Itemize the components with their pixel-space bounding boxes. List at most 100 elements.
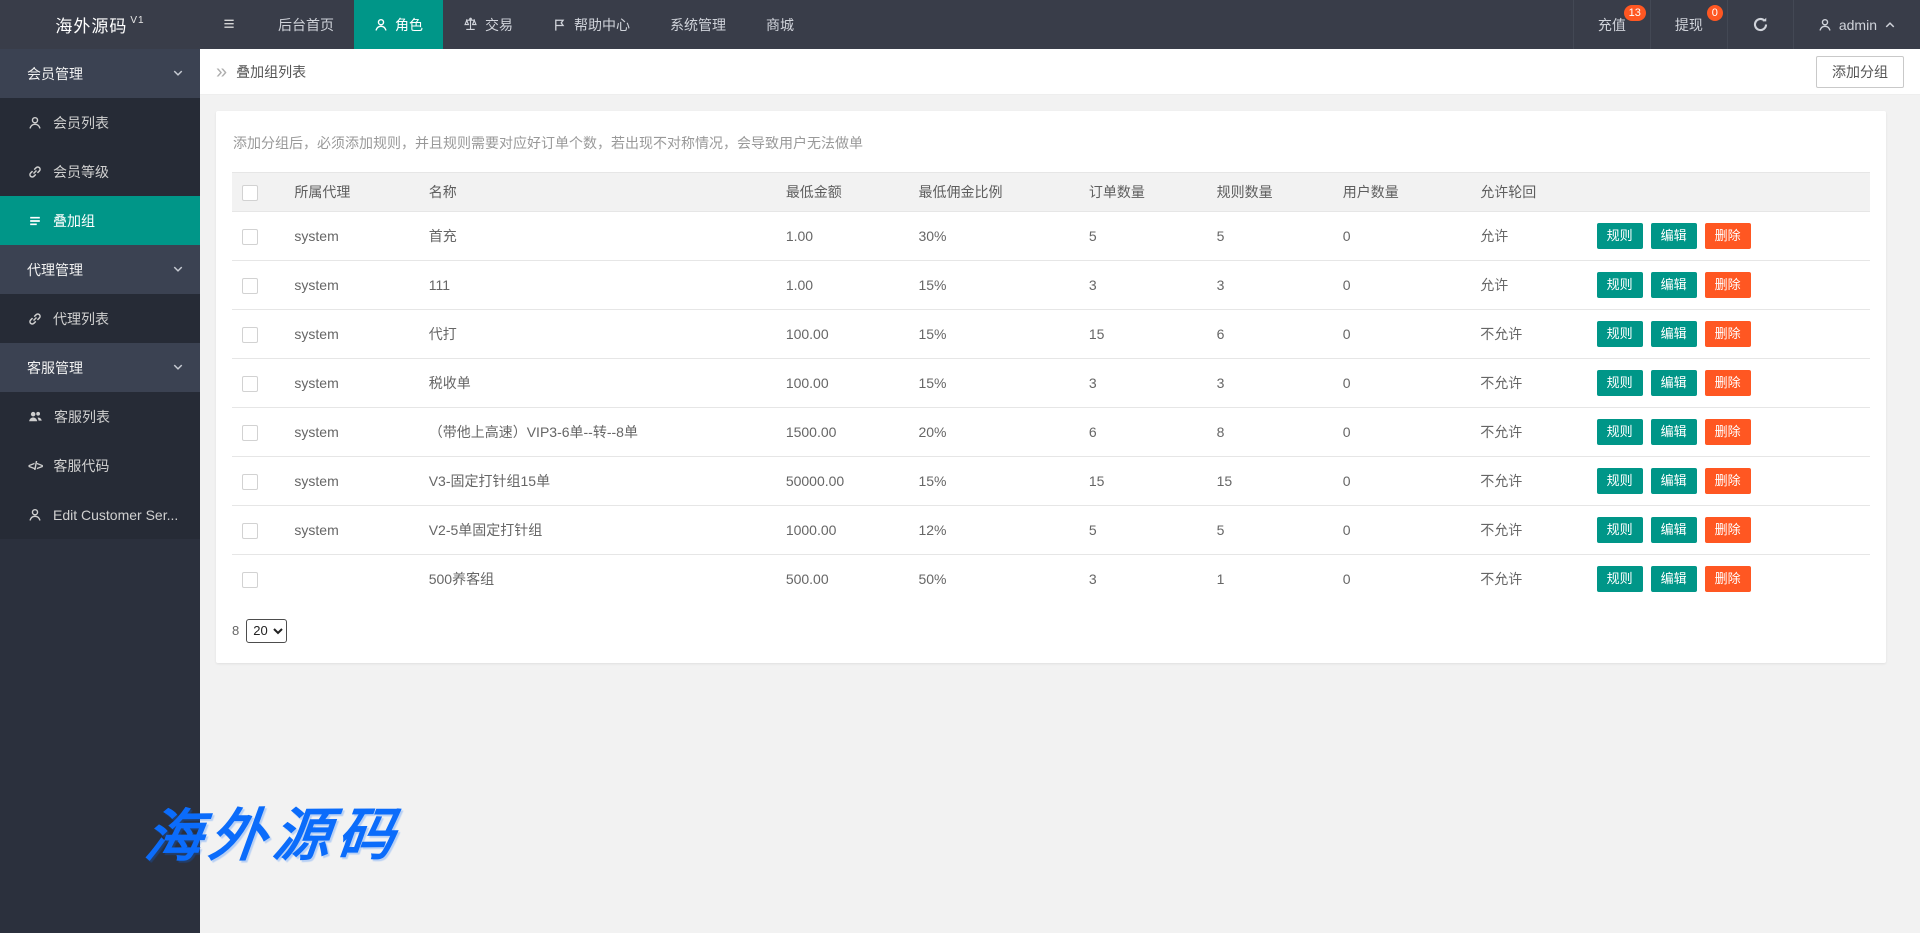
row-actions: 规则编辑删除 (1587, 457, 1870, 506)
row-actions: 规则编辑删除 (1587, 359, 1870, 408)
cell-loop: 不允许 (1470, 310, 1586, 359)
row-checkbox[interactable] (242, 474, 258, 490)
table-footer: 8 20 (232, 619, 1870, 643)
column-header: 最低金额 (776, 173, 909, 212)
rule-button[interactable]: 规则 (1597, 566, 1643, 592)
cell-rules: 8 (1207, 408, 1333, 457)
recharge-label: 充值 (1598, 15, 1626, 35)
sidebar-item-stack-group[interactable]: 叠加组 (0, 196, 200, 245)
cell-users: 0 (1333, 457, 1471, 506)
rule-button[interactable]: 规则 (1597, 272, 1643, 298)
recharge-button[interactable]: 充值 13 (1573, 0, 1650, 49)
person-icon (28, 116, 42, 130)
edit-button[interactable]: 编辑 (1651, 419, 1697, 445)
rule-button[interactable]: 规则 (1597, 419, 1643, 445)
sidebar-group-member-management[interactable]: 会员管理 (0, 49, 200, 98)
delete-button[interactable]: 删除 (1705, 272, 1751, 298)
row-checkbox[interactable] (242, 278, 258, 294)
top-nav-menu: 后台首页角色交易帮助中心系统管理商城 (258, 0, 814, 49)
refresh-button[interactable] (1727, 0, 1793, 49)
sidebar-group-agent-management[interactable]: 代理管理 (0, 245, 200, 294)
delete-button[interactable]: 删除 (1705, 517, 1751, 543)
sidebar-item-member-level[interactable]: 会员等级 (0, 147, 200, 196)
edit-button[interactable]: 编辑 (1651, 321, 1697, 347)
cell-rules: 5 (1207, 212, 1333, 261)
sidebar-item-label: Edit Customer Ser... (53, 507, 178, 523)
users-icon (28, 409, 43, 424)
nav-item-roles[interactable]: 角色 (354, 0, 443, 49)
column-header: 名称 (419, 173, 776, 212)
cell-name: V3-固定打针组15单 (419, 457, 776, 506)
cell-rules: 15 (1207, 457, 1333, 506)
row-checkbox-cell (232, 555, 284, 604)
column-header: 最低佣金比例 (908, 173, 1078, 212)
cell-min_commission: 50% (908, 555, 1078, 604)
cell-orders: 3 (1079, 555, 1207, 604)
sidebar-item-label: 会员列表 (53, 113, 109, 133)
cell-min_amount: 1500.00 (776, 408, 909, 457)
nav-item-label: 后台首页 (278, 15, 334, 35)
sidebar-item-label: 代理列表 (53, 309, 109, 329)
row-actions: 规则编辑删除 (1587, 310, 1870, 359)
hamburger-menu-icon[interactable]: ≡ (200, 0, 258, 49)
sidebar-item-service-code[interactable]: </>客服代码 (0, 441, 200, 490)
sidebar-group-label: 会员管理 (27, 64, 83, 84)
nav-item-help-center[interactable]: 帮助中心 (533, 0, 650, 49)
table-header: 所属代理名称最低金额最低佣金比例订单数量规则数量用户数量允许轮回 (232, 173, 1870, 212)
row-checkbox[interactable] (242, 425, 258, 441)
row-checkbox[interactable] (242, 229, 258, 245)
delete-button[interactable]: 删除 (1705, 419, 1751, 445)
link-icon (28, 312, 42, 326)
nav-item-label: 商城 (766, 15, 794, 35)
select-all-checkbox[interactable] (242, 185, 258, 201)
add-group-button[interactable]: 添加分组 (1816, 56, 1904, 88)
breadcrumb-bar: » 叠加组列表 添加分组 (200, 49, 1920, 95)
nav-item-mall[interactable]: 商城 (746, 0, 814, 49)
cell-users: 0 (1333, 555, 1471, 604)
rule-button[interactable]: 规则 (1597, 517, 1643, 543)
header-checkbox-cell (232, 173, 284, 212)
edit-button[interactable]: 编辑 (1651, 517, 1697, 543)
rule-button[interactable]: 规则 (1597, 223, 1643, 249)
row-checkbox[interactable] (242, 572, 258, 588)
delete-button[interactable]: 删除 (1705, 223, 1751, 249)
table-row: system1111.0015%330允许规则编辑删除 (232, 261, 1870, 310)
refresh-icon (1752, 16, 1769, 33)
delete-button[interactable]: 删除 (1705, 321, 1751, 347)
cell-rules: 5 (1207, 506, 1333, 555)
sidebar-item-service-list[interactable]: 客服列表 (0, 392, 200, 441)
edit-button[interactable]: 编辑 (1651, 468, 1697, 494)
rule-button[interactable]: 规则 (1597, 468, 1643, 494)
withdraw-button[interactable]: 提现 0 (1650, 0, 1727, 49)
table-body: system首充1.0030%550允许规则编辑删除system1111.001… (232, 212, 1870, 604)
row-checkbox[interactable] (242, 327, 258, 343)
rule-button[interactable]: 规则 (1597, 321, 1643, 347)
nav-item-trade[interactable]: 交易 (443, 0, 533, 49)
row-checkbox[interactable] (242, 376, 258, 392)
nav-item-system-management[interactable]: 系统管理 (650, 0, 746, 49)
row-checkbox[interactable] (242, 523, 258, 539)
rule-button[interactable]: 规则 (1597, 370, 1643, 396)
sidebar-group-service-management[interactable]: 客服管理 (0, 343, 200, 392)
edit-button[interactable]: 编辑 (1651, 272, 1697, 298)
edit-button[interactable]: 编辑 (1651, 370, 1697, 396)
list-icon (28, 214, 42, 228)
sidebar-item-edit-customer-service[interactable]: Edit Customer Ser... (0, 490, 200, 539)
page-size-select[interactable]: 20 (246, 619, 287, 643)
code-icon: </> (28, 459, 42, 473)
column-header: 用户数量 (1333, 173, 1471, 212)
cell-agent: system (284, 506, 418, 555)
sidebar-item-agent-list[interactable]: 代理列表 (0, 294, 200, 343)
cell-min_amount: 500.00 (776, 555, 909, 604)
sidebar-item-member-list[interactable]: 会员列表 (0, 98, 200, 147)
edit-button[interactable]: 编辑 (1651, 223, 1697, 249)
delete-button[interactable]: 删除 (1705, 468, 1751, 494)
app-logo-text: 海外源码 (55, 12, 127, 37)
sidebar-group-label: 代理管理 (27, 260, 83, 280)
delete-button[interactable]: 删除 (1705, 566, 1751, 592)
row-checkbox-cell (232, 408, 284, 457)
user-menu[interactable]: admin (1793, 0, 1920, 49)
nav-item-dashboard[interactable]: 后台首页 (258, 0, 354, 49)
edit-button[interactable]: 编辑 (1651, 566, 1697, 592)
delete-button[interactable]: 删除 (1705, 370, 1751, 396)
